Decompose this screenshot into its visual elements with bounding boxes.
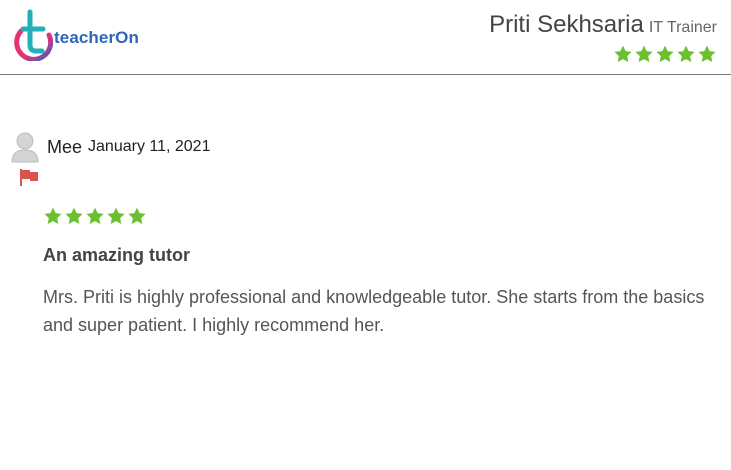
- tutor-name[interactable]: Priti Sekhsaria: [489, 11, 644, 38]
- user-avatar-icon: [11, 132, 39, 163]
- star-icon: [107, 207, 125, 224]
- review-text: Mrs. Priti is highly professional and kn…: [43, 287, 705, 335]
- logo-text: teacherOn: [54, 28, 139, 47]
- reviewer-info: Mee January 11, 2021: [11, 130, 210, 164]
- teacheron-logo[interactable]: teacherOn: [13, 9, 163, 61]
- review-rating: [43, 206, 147, 226]
- review-title: An amazing tutor: [43, 245, 190, 265]
- star-icon: [698, 45, 716, 62]
- reviewer-name: Mee: [47, 136, 83, 157]
- star-icon: [44, 207, 62, 224]
- star-icon: [128, 207, 146, 224]
- teacheron-logo-icon: [14, 9, 53, 61]
- review-date: January 11, 2021: [88, 138, 211, 155]
- star-icon: [86, 207, 104, 224]
- star-icon: [677, 45, 695, 62]
- tutor-heading: Priti Sekhsaria IT Trainer: [489, 11, 717, 39]
- star-icon: [65, 207, 83, 224]
- report-flag-icon[interactable]: [19, 168, 39, 186]
- star-icon: [614, 45, 632, 62]
- star-icon: [635, 45, 653, 62]
- tutor-role: IT Trainer: [648, 19, 717, 36]
- page-header: teacherOn Priti Sekhsaria IT Trainer: [0, 0, 731, 75]
- star-icon: [656, 45, 674, 62]
- tutor-rating: [613, 44, 717, 64]
